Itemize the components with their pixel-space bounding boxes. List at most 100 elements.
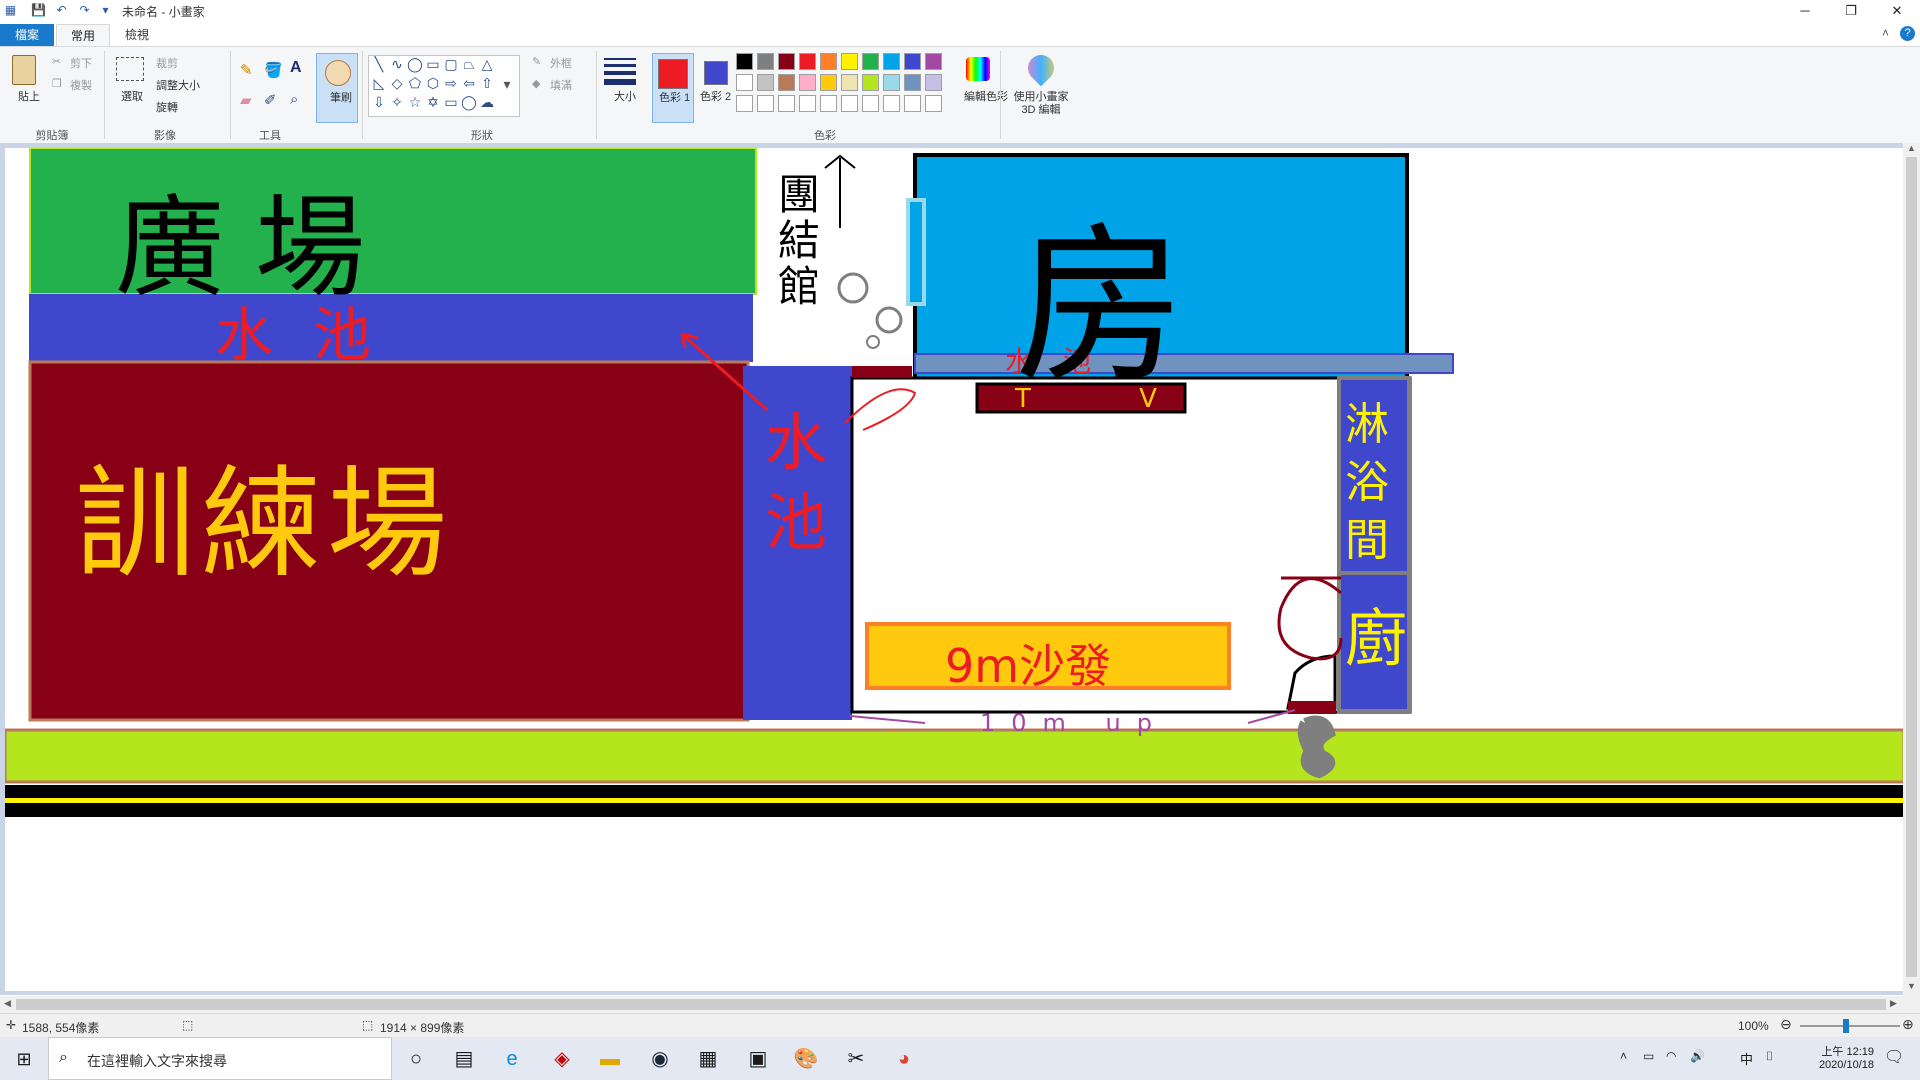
color2-swatch[interactable]	[704, 61, 728, 85]
redo-icon[interactable]: ↷	[77, 3, 92, 18]
pentagon-shape-icon[interactable]: ⬠	[407, 75, 423, 91]
select-icon[interactable]	[116, 57, 144, 81]
brush-button[interactable]: 筆刷	[316, 53, 358, 123]
up-arrow-shape-icon[interactable]: ⇧	[479, 75, 495, 91]
palette-swatch[interactable]	[883, 74, 900, 91]
rotate-button[interactable]: 旋轉	[156, 99, 178, 115]
paint3d-icon[interactable]	[1022, 49, 1060, 87]
palette-swatch[interactable]	[925, 74, 942, 91]
palette-swatch[interactable]	[862, 53, 879, 70]
close-button[interactable]: ✕	[1874, 0, 1920, 22]
palette-swatch[interactable]	[778, 53, 795, 70]
paint-taskbar-icon[interactable]: 🎨	[790, 1043, 822, 1075]
right-triangle-shape-icon[interactable]: ◺	[371, 75, 387, 91]
rectangle-shape-icon[interactable]: ▭	[425, 56, 441, 72]
tab-view[interactable]: 檢視	[112, 24, 162, 46]
palette-swatch[interactable]	[799, 74, 816, 91]
shapes-gallery[interactable]: ╲ ∿ ◯ ▭ ▢ ⏢ △ ◺ ◇ ⬠ ⬡ ⇨ ⇦ ⇧ ⇩ ✧ ☆ ✡ ▭ ◯ …	[368, 55, 520, 117]
shapes-scroll-icon[interactable]: ▾	[499, 76, 515, 92]
ime-indicator[interactable]: 中	[1740, 1049, 1753, 1068]
paste-icon[interactable]	[12, 55, 36, 85]
size-icon[interactable]	[604, 55, 636, 85]
four-point-star-shape-icon[interactable]: ✧	[389, 94, 405, 110]
tab-home[interactable]: 常用	[56, 24, 110, 47]
zoom-out-icon[interactable]: ⊖	[1780, 1016, 1792, 1033]
edge-icon[interactable]: e	[496, 1043, 528, 1075]
oval-shape-icon[interactable]: ◯	[407, 56, 423, 72]
palette-swatch[interactable]	[778, 74, 795, 91]
edit-with-paint3d-button[interactable]: 使用小畫家 3D 編輯	[1008, 91, 1074, 117]
palette-swatch[interactable]	[736, 95, 753, 112]
palette-swatch[interactable]	[778, 95, 795, 112]
edit-colors-button[interactable]: 編輯色彩	[964, 91, 1008, 104]
oval-callout-shape-icon[interactable]: ◯	[461, 94, 477, 110]
fill-button[interactable]: 填滿	[550, 77, 572, 93]
task-view-icon[interactable]: ▤	[448, 1043, 480, 1075]
customize-toolbar-icon[interactable]: ▾	[98, 3, 113, 18]
horizontal-scrollbar[interactable]: ◀ ▶	[0, 996, 1920, 1013]
five-point-star-shape-icon[interactable]: ☆	[407, 94, 423, 110]
palette-swatch[interactable]	[841, 74, 858, 91]
palette-swatch[interactable]	[736, 53, 753, 70]
line-shape-icon[interactable]: ╲	[371, 56, 387, 72]
callout-shape-icon[interactable]: ▭	[443, 94, 459, 110]
left-arrow-shape-icon[interactable]: ⇦	[461, 75, 477, 91]
palette-swatch[interactable]	[925, 95, 942, 112]
hexagon-shape-icon[interactable]: ⬡	[425, 75, 441, 91]
down-arrow-shape-icon[interactable]: ⇩	[371, 94, 387, 110]
cloud-callout-shape-icon[interactable]: ☁	[479, 94, 495, 110]
maximize-button[interactable]: ❐	[1828, 0, 1874, 22]
volume-icon[interactable]: 🔊	[1690, 1049, 1705, 1063]
show-hidden-icons-icon[interactable]: ˄	[1620, 1049, 1627, 1063]
input-mode-icon[interactable]: ⌷	[1766, 1049, 1773, 1064]
palette-swatch[interactable]	[904, 74, 921, 91]
save-icon[interactable]: 💾	[31, 3, 46, 18]
pencil-icon[interactable]: ✎	[240, 61, 253, 79]
fill-icon[interactable]: 🪣	[264, 61, 283, 79]
palette-swatch[interactable]	[799, 53, 816, 70]
color-picker-icon[interactable]: ✐	[264, 91, 277, 109]
start-button[interactable]: ⊞	[8, 1043, 40, 1075]
drawing-canvas[interactable]: 廣場 水池 訓練場 水池 水池 團結館 房 T V 9m沙發 淋浴間 廚 10m…	[5, 148, 1904, 991]
right-arrow-shape-icon[interactable]: ⇨	[443, 75, 459, 91]
scroll-right-icon[interactable]: ▶	[1890, 998, 1897, 1009]
game-app-icon[interactable]: ◈	[546, 1043, 578, 1075]
six-point-star-shape-icon[interactable]: ✡	[425, 94, 441, 110]
resize-button[interactable]: 調整大小	[156, 77, 200, 93]
help-icon[interactable]: ?	[1900, 26, 1915, 41]
eraser-icon[interactable]: ▰	[240, 91, 252, 109]
clock-time[interactable]: 上午 12:19	[1800, 1043, 1874, 1059]
clock-date[interactable]: 2020/10/18	[1796, 1059, 1874, 1071]
diamond-shape-icon[interactable]: ◇	[389, 75, 405, 91]
magnifier-icon[interactable]: ⌕	[290, 91, 298, 108]
collapse-ribbon-icon[interactable]: ˄	[1882, 26, 1889, 40]
minimize-button[interactable]: ─	[1782, 0, 1828, 22]
size-button[interactable]: 大小	[614, 91, 636, 104]
cortana-icon[interactable]: ○	[400, 1043, 432, 1075]
copy-button[interactable]: 複製	[70, 77, 92, 93]
notifications-icon[interactable]: 🗨	[1884, 1047, 1904, 1067]
zoom-in-icon[interactable]: ⊕	[1902, 1016, 1914, 1033]
photos-icon[interactable]: ▣	[742, 1043, 774, 1075]
rounded-rectangle-shape-icon[interactable]: ▢	[443, 56, 459, 72]
scroll-left-icon[interactable]: ◀	[4, 998, 11, 1009]
zoom-slider-thumb[interactable]	[1843, 1019, 1849, 1033]
paste-button[interactable]: 貼上	[18, 91, 40, 104]
palette-swatch[interactable]	[841, 53, 858, 70]
search-box[interactable]: ⌕ 在這裡輸入文字來搜尋	[48, 1037, 392, 1080]
palette-swatch[interactable]	[862, 95, 879, 112]
triangle-shape-icon[interactable]: △	[479, 56, 495, 72]
select-button[interactable]: 選取	[121, 91, 143, 104]
tab-file[interactable]: 檔案	[0, 24, 54, 46]
crop-button[interactable]: 裁剪	[156, 55, 178, 71]
text-tool-icon[interactable]: A	[290, 59, 302, 77]
outline-button[interactable]: 外框	[550, 55, 572, 71]
palette-swatch[interactable]	[883, 53, 900, 70]
vertical-scrollbar[interactable]: ▲ ▼	[1903, 143, 1920, 996]
file-explorer-icon[interactable]: ▬	[594, 1043, 626, 1075]
color2-label[interactable]: 色彩 2	[700, 91, 731, 103]
palette-swatch[interactable]	[799, 95, 816, 112]
battery-icon[interactable]: ▭	[1643, 1049, 1654, 1063]
palette-swatch[interactable]	[820, 74, 837, 91]
palette-swatch[interactable]	[862, 74, 879, 91]
